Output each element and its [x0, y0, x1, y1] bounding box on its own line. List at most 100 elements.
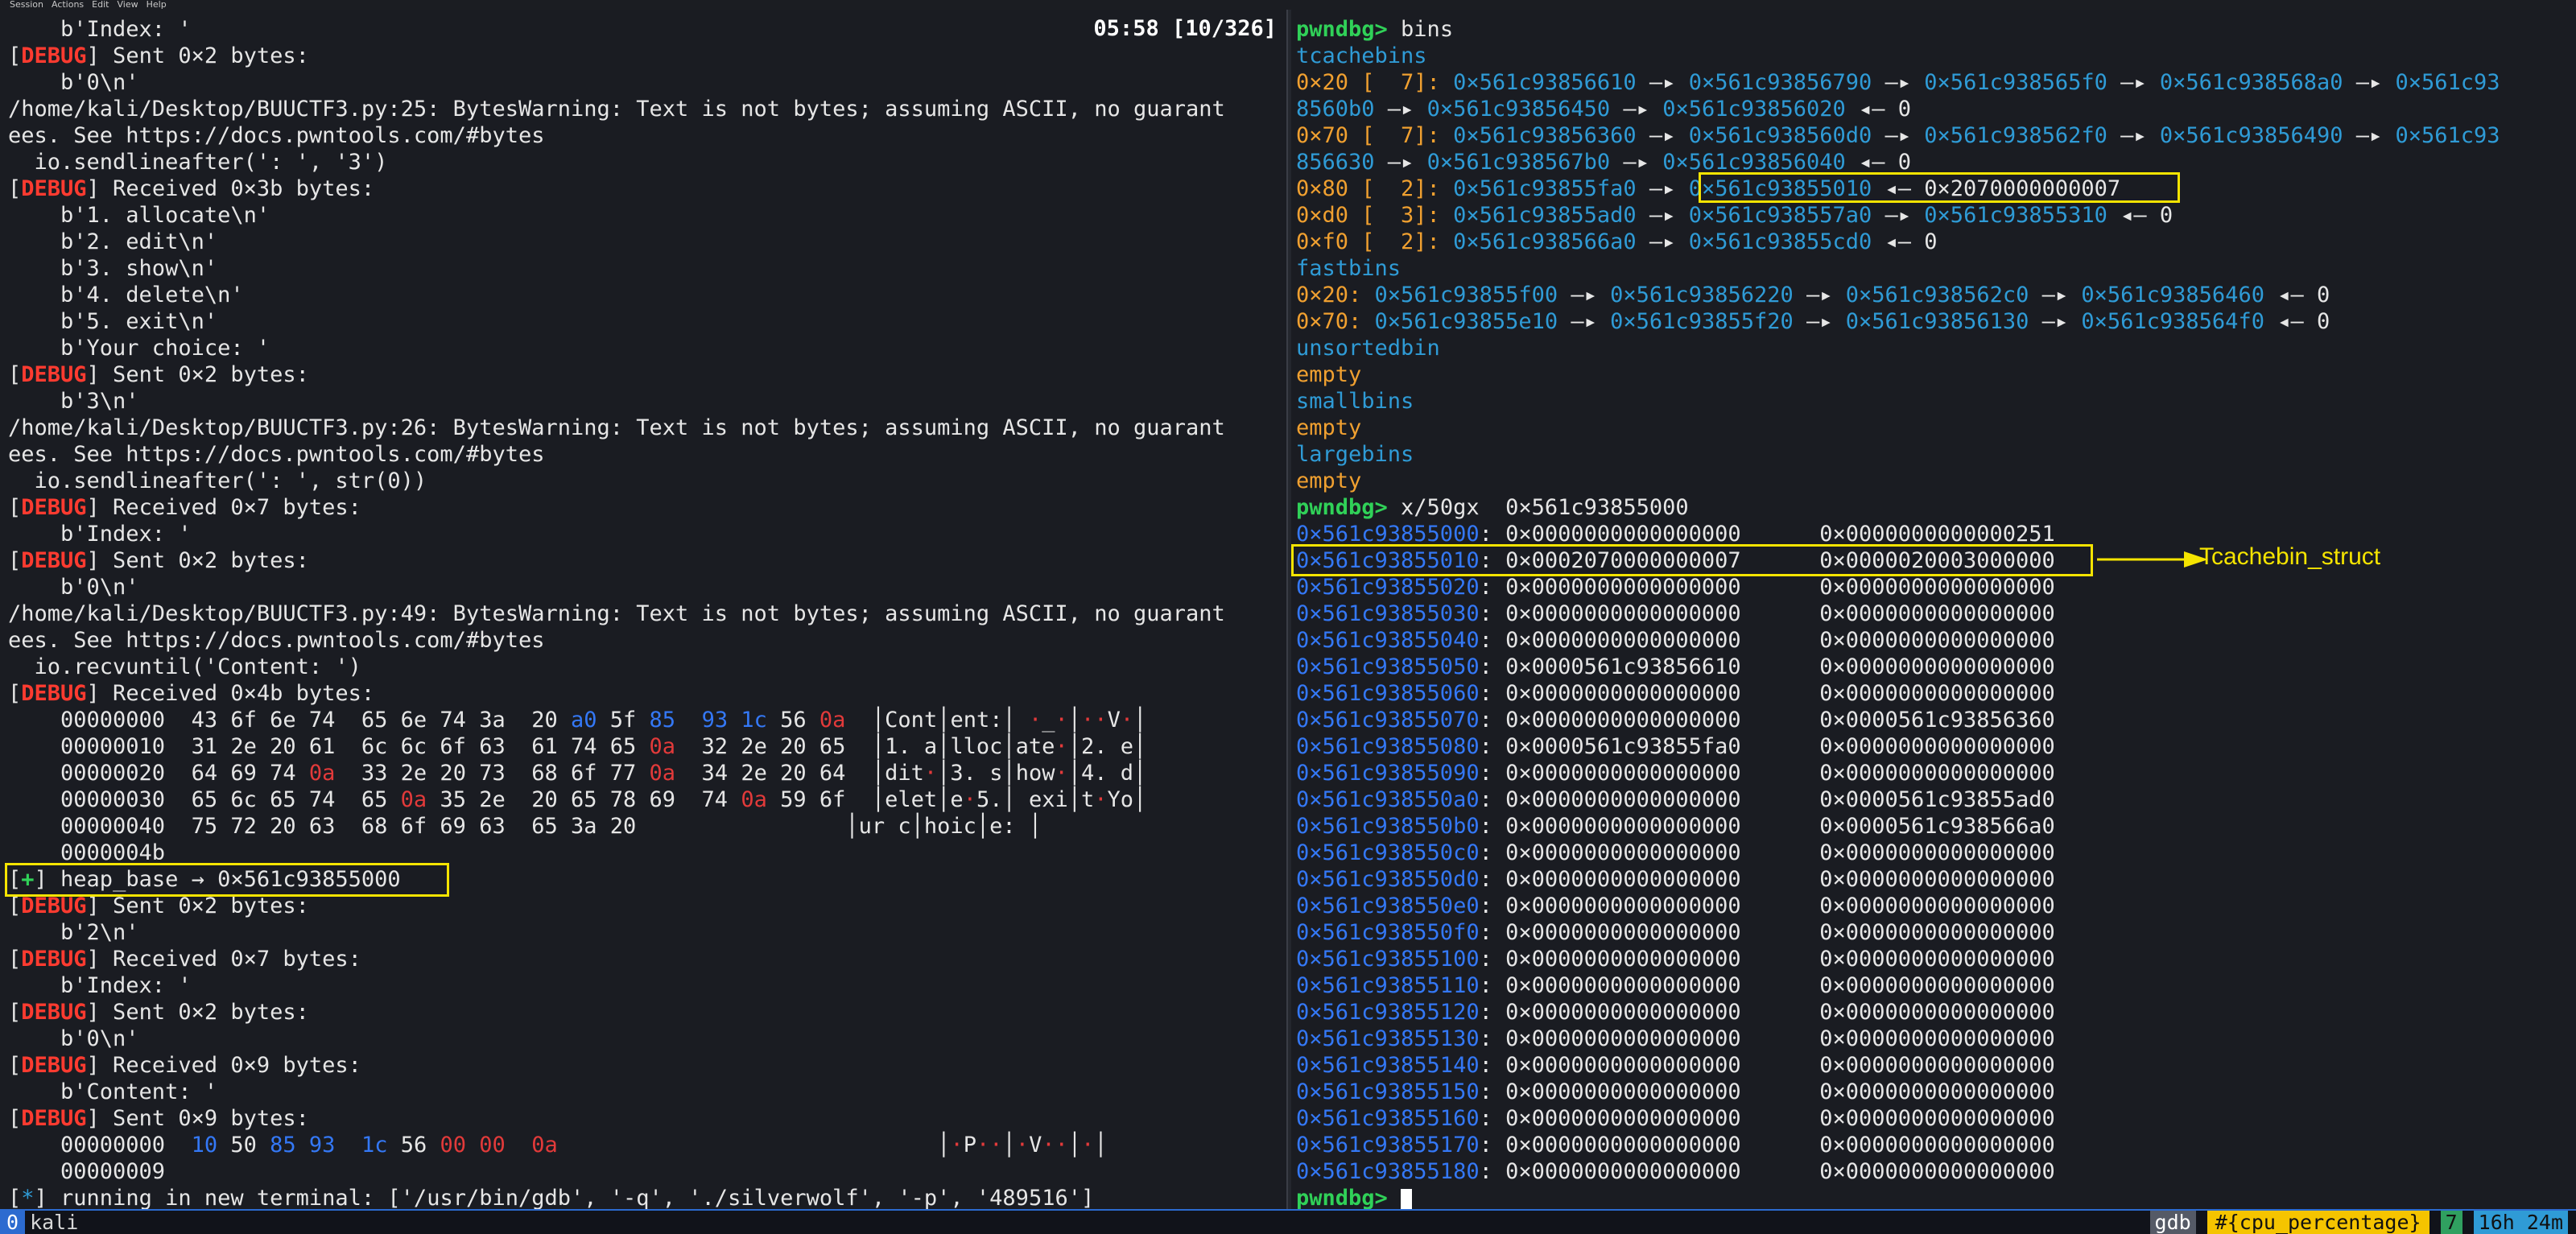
text-segment: · — [950, 1133, 964, 1158]
right-line: 0×561c93855060: 0×0000000000000000 0×000… — [1296, 680, 2055, 707]
text-segment: —▸ — [1374, 150, 1427, 175]
left-line: b'4. delete\n' — [8, 282, 244, 308]
text-segment: : 0×0000561c93856610 0×0000000000000000 — [1479, 654, 2055, 679]
text-segment: /home/kali/Desktop/BUUCTF3.py:26: BytesW… — [8, 415, 1225, 440]
menu-actions[interactable]: Actions — [52, 0, 84, 10]
cpu-percentage: #{cpu_percentage} — [2207, 1211, 2429, 1234]
text-segment: 0×561c938562f0 — [1924, 123, 2107, 148]
left-line: 00000040 75 72 20 63 68 6f 69 63 65 3a 2… — [8, 813, 1042, 840]
text-segment: · — [1055, 761, 1068, 786]
menu-session[interactable]: Session — [10, 0, 43, 10]
text-segment: DEBUG — [21, 495, 87, 520]
text-segment: V — [1107, 708, 1121, 733]
text-segment: —▸ — [1872, 123, 1925, 148]
text-segment: ] Received 0×7 bytes: — [86, 495, 361, 520]
right-line: 0×561c93855110: 0×0000000000000000 0×000… — [1296, 972, 2055, 999]
text-segment: 0×561c938550f0 — [1296, 920, 1480, 945]
text-segment: : 0×0000000000000000 0×0000000000000000 — [1479, 1079, 2055, 1104]
text-segment: : 0×0000000000000000 0×0000000000000000 — [1479, 1053, 2055, 1078]
text-segment: 0×561c938564f0 — [2081, 309, 2264, 334]
text-segment: —▸ — [1872, 70, 1925, 95]
text-segment: [ — [8, 1053, 22, 1078]
text-segment: : 0×0000000000000000 0×0000000000000000 — [1479, 920, 2055, 945]
right-line: 0×561c93855140: 0×0000000000000000 0×000… — [1296, 1052, 2055, 1079]
text-segment: ] Sent 0×2 bytes: — [86, 1000, 309, 1025]
text-segment: · — [963, 787, 976, 812]
text-segment: —▸ — [1610, 97, 1663, 122]
text-segment: : 0×0000000000000000 0×0000561c93855ad0 — [1479, 787, 2055, 812]
right-line: tcachebins — [1296, 43, 1427, 69]
text-segment: 0×561c93 — [2395, 70, 2500, 95]
pane-count: 7 — [2440, 1211, 2462, 1234]
text-segment: 0×561c93855f00 — [1374, 283, 1558, 307]
text-segment: a0 — [570, 708, 597, 733]
text-segment: 56 — [387, 1133, 440, 1158]
text-segment: 0×561c93855fa0 — [1453, 176, 1637, 201]
text-segment: 0a — [649, 734, 676, 759]
text-segment: DEBUG — [21, 362, 87, 387]
text-segment: 0×561c938560d0 — [1688, 123, 1872, 148]
text-segment: empty — [1296, 362, 1362, 387]
window-index[interactable]: 0 — [0, 1211, 26, 1234]
right-line: empty — [1296, 361, 1361, 388]
text-segment: 00000000 — [8, 1133, 192, 1158]
text-segment: · — [1055, 708, 1068, 733]
text-segment: ees. See https://docs.pwntools.com/#byte… — [8, 628, 545, 653]
text-segment: 5.│ exi│t — [976, 787, 1095, 812]
left-line: b'Index: ' — [8, 16, 192, 43]
text-segment: : 0×0000000000000000 0×0000000000000000 — [1479, 840, 2055, 865]
left-line: b'3. show\n' — [8, 255, 217, 282]
text-segment: : 0×0000000000000000 0×0000000000000000 — [1479, 867, 2055, 892]
text-segment: : 0×0000000000000000 0×0000000000000000 — [1479, 628, 2055, 653]
text-segment: ] Sent 0×2 bytes: — [86, 43, 309, 68]
right-line: 0×561c938550e0: 0×0000000000000000 0×000… — [1296, 893, 2055, 919]
text-segment: : 0×0000000000000000 0×0000561c938566a0 — [1479, 814, 2055, 839]
text-segment: : 0×0000000000000000 0×0000000000000000 — [1479, 761, 2055, 786]
text-segment: 0×561c93856130 — [1845, 309, 2029, 334]
text-segment: : 0×0000561c93855fa0 0×0000000000000000 — [1479, 734, 2055, 759]
left-terminal-pane[interactable]: 05:58 [10/326] b'Index: ' [DEBUG] Sent 0×… — [0, 10, 1286, 1209]
text-segment: 59 6f │elet│e — [766, 787, 964, 812]
text-segment: ] Received 0×9 bytes: — [86, 1053, 361, 1078]
text-segment: b'1. allocate\n' — [8, 203, 270, 228]
right-line: 0×561c93855050: 0×0000561c93856610 0×000… — [1296, 654, 2055, 680]
text-segment: 0×561c93855020 — [1296, 575, 1480, 600]
text-segment: ees. See https://docs.pwntools.com/#byte… — [8, 442, 545, 467]
menu-help[interactable]: Help — [147, 0, 167, 10]
text-segment: _ — [1042, 708, 1055, 733]
right-line: fastbins — [1296, 255, 1401, 282]
text-segment: 85 — [270, 1133, 296, 1158]
text-segment: b'Index: ' — [8, 973, 192, 998]
text-segment: 0×70: — [1296, 309, 1375, 334]
text-segment: 56 — [766, 708, 819, 733]
text-segment: DEBUG — [21, 1053, 87, 1078]
text-segment: : 0×0000000000000000 0×0000000000000000 — [1479, 1159, 2055, 1184]
text-segment: ] Received 0×7 bytes: — [86, 947, 361, 972]
text-segment: —▸ — [1558, 283, 1611, 307]
right-line: pwndbg> — [1296, 1185, 1413, 1209]
text-segment: [ — [8, 1000, 22, 1025]
text-segment: V — [1029, 1133, 1042, 1158]
menu-view[interactable]: View — [117, 0, 138, 10]
right-line: 0×561c938550c0: 0×0000000000000000 0×000… — [1296, 840, 2055, 866]
left-line: b'3\n' — [8, 388, 139, 415]
text-segment: b'0\n' — [8, 575, 139, 600]
text-segment: 0×561c938550c0 — [1296, 840, 1480, 865]
text-segment: unsortedbin — [1296, 336, 1440, 361]
text-segment: —▸ — [1636, 123, 1689, 148]
text-segment: · — [1015, 1133, 1030, 1158]
text-segment: DEBUG — [21, 947, 87, 972]
process-name: gdb — [2149, 1211, 2196, 1234]
window-name[interactable]: kali — [25, 1211, 83, 1234]
right-line: 0×561c93855120: 0×0000000000000000 0×000… — [1296, 999, 2055, 1026]
text-segment: tcachebins — [1296, 43, 1427, 68]
text-segment: 00 — [440, 1133, 466, 1158]
arrow-icon — [2097, 551, 2208, 567]
left-line: [*] running in new terminal: ['/usr/bin/… — [8, 1185, 1094, 1209]
text-segment: ◂— 0 — [2107, 203, 2174, 228]
text-segment: 0×561c93855040 — [1296, 628, 1480, 653]
text-segment: [ — [8, 43, 22, 68]
text-segment: · — [1120, 708, 1134, 733]
menu-edit[interactable]: Edit — [92, 0, 109, 10]
text-segment: io.sendlineafter(': ', '3') — [8, 150, 388, 175]
